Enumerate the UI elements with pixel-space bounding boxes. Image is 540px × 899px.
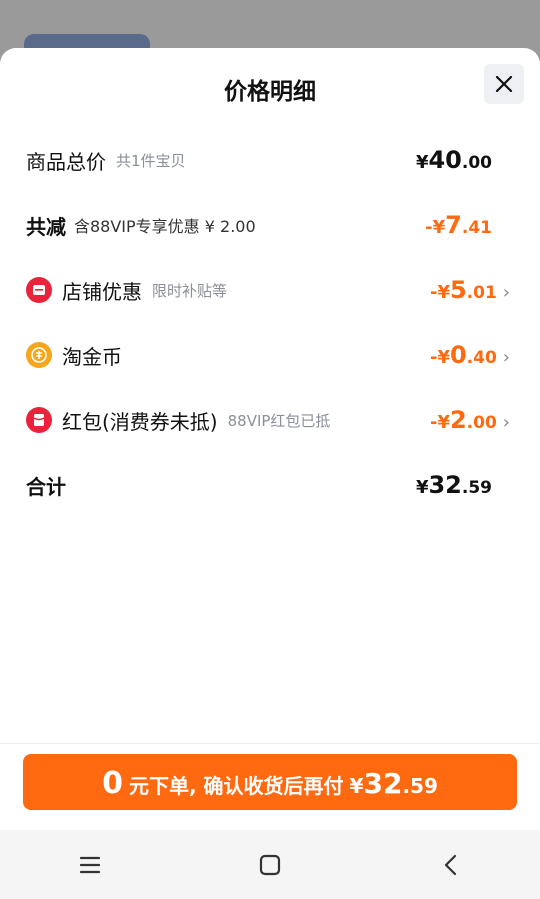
row-store-discount[interactable]: 店铺优惠 限时补贴等 -¥ 5 .01 ›	[26, 272, 514, 308]
amount-int: 0	[449, 341, 467, 369]
row-goods-total: 商品总价 共1件宝贝 ¥ 40 .00	[26, 142, 514, 178]
row-label: 红包(消费券未抵)	[62, 409, 218, 434]
amount-currency: -¥	[429, 347, 450, 368]
chevron-right-icon: ›	[502, 282, 510, 303]
amount-currency: ¥	[415, 477, 429, 498]
amount-currency: -¥	[429, 412, 450, 433]
cta-currency: ¥	[349, 774, 364, 798]
amount-int: 5	[449, 276, 467, 304]
back-button[interactable]	[420, 840, 480, 890]
red-packet-icon	[26, 407, 52, 433]
row-amount: -¥ 0 .40 ›	[430, 341, 510, 369]
system-navbar	[0, 830, 540, 899]
store-icon	[26, 277, 52, 303]
row-gold-coins[interactable]: 淘金币 -¥ 0 .40 ›	[26, 337, 514, 373]
row-total-discount: 共减 含88VIP专享优惠 ¥ 2.00 -¥ 7 .41	[26, 207, 514, 243]
amount-dec: .41	[461, 218, 492, 238]
row-amount: -¥ 5 .01 ›	[430, 276, 510, 304]
chevron-right-icon: ›	[502, 412, 510, 433]
menu-icon	[79, 856, 101, 873]
menu-button[interactable]	[60, 840, 120, 890]
row-label: 店铺优惠	[62, 279, 142, 304]
cta-text: 元下单, 确认收货后再付	[128, 774, 344, 798]
cta-amount-int: 32	[363, 767, 403, 800]
amount-int: 40	[428, 146, 462, 174]
row-amount: -¥ 2 .00 ›	[430, 406, 510, 434]
cta-lead-number: 0	[102, 766, 123, 801]
row-sub: 88VIP红包已抵	[227, 411, 331, 430]
cta-amount-dec: .59	[402, 774, 438, 798]
amount-currency: ¥	[415, 152, 429, 173]
row-amount: -¥ 7 .41	[425, 211, 492, 239]
amount-int: 7	[445, 211, 462, 239]
row-red-packet[interactable]: 红包(消费券未抵) 88VIP红包已抵 -¥ 2 .00 ›	[26, 402, 514, 438]
row-amount: ¥ 40 .00	[416, 146, 492, 174]
amount-dec: .01	[466, 283, 497, 303]
amount-dec: .59	[461, 478, 492, 498]
row-amount: ¥ 32 .59	[416, 471, 492, 499]
row-label: 共减	[26, 214, 66, 239]
chevron-right-icon: ›	[502, 347, 510, 368]
row-sub: 限时补贴等	[152, 281, 228, 300]
row-label: 淘金币	[62, 344, 122, 369]
price-detail-sheet: 价格明细 商品总价 共1件宝贝 ¥ 40 .00 共减 含88VIP专享优惠 ¥…	[0, 48, 540, 899]
amount-int: 32	[428, 471, 462, 499]
home-icon	[259, 854, 281, 875]
amount-int: 2	[449, 406, 467, 434]
divider	[0, 743, 540, 744]
coin-icon	[26, 342, 52, 368]
amount-currency: -¥	[429, 282, 450, 303]
amount-dec: .00	[466, 413, 497, 433]
row-sub: 含88VIP专享优惠 ¥ 2.00	[74, 217, 256, 236]
sheet-title: 价格明细	[224, 79, 316, 105]
amount-dec: .00	[461, 153, 492, 173]
close-button[interactable]	[484, 64, 524, 104]
back-icon	[444, 854, 457, 875]
place-order-button[interactable]: 0 元下单, 确认收货后再付 ¥ 32 .59	[23, 754, 517, 810]
amount-dec: .40	[466, 348, 497, 368]
row-grand-total: 合计 ¥ 32 .59	[26, 467, 514, 503]
amount-currency: -¥	[425, 217, 446, 238]
row-label: 商品总价	[26, 149, 106, 174]
row-sub: 共1件宝贝	[116, 151, 186, 170]
home-button[interactable]	[240, 840, 300, 890]
close-icon	[495, 75, 513, 93]
row-label: 合计	[26, 474, 66, 499]
